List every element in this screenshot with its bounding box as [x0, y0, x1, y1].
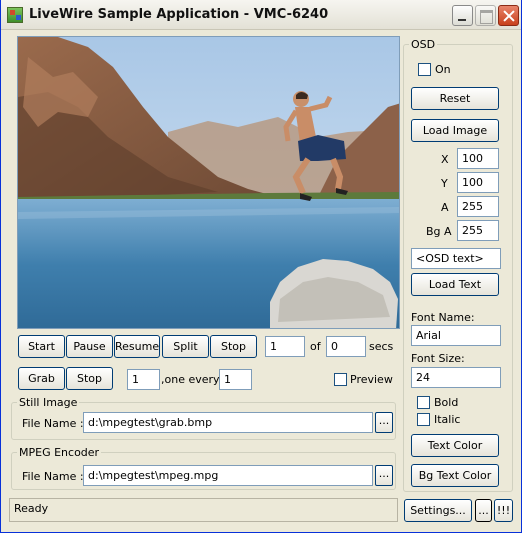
- total-secs-field[interactable]: 0: [326, 336, 366, 357]
- bg-text-color-button[interactable]: Bg Text Color: [411, 464, 499, 487]
- mpeg-file-field[interactable]: d:\mpegtest\mpeg.mpg: [83, 465, 373, 486]
- mpeg-encoder-group-title: MPEG Encoder: [17, 446, 102, 459]
- osd-on-checkbox[interactable]: [418, 63, 431, 76]
- mpeg-file-label: File Name :: [22, 470, 84, 483]
- resume-button[interactable]: Resume: [114, 335, 160, 358]
- more-button[interactable]: ...: [475, 499, 492, 522]
- preview-checkbox[interactable]: [334, 373, 347, 386]
- font-size-label: Font Size:: [411, 352, 465, 365]
- osd-bga-label: Bg A: [426, 225, 452, 238]
- one-every-label: ,one every: [161, 373, 220, 386]
- video-frame-image: [18, 37, 399, 328]
- grab-button[interactable]: Grab: [18, 367, 65, 390]
- still-image-group-title: Still Image: [17, 396, 80, 409]
- osd-y-field[interactable]: 100: [457, 172, 499, 193]
- osd-a-label: A: [441, 201, 449, 214]
- status-text: Ready: [14, 502, 49, 515]
- bold-label: Bold: [434, 396, 459, 409]
- osd-x-label: X: [441, 153, 449, 166]
- split-button[interactable]: Split: [162, 335, 209, 358]
- osd-bga-field[interactable]: 255: [457, 220, 499, 241]
- close-button[interactable]: [498, 5, 519, 26]
- grab-every-field[interactable]: 1: [219, 369, 252, 390]
- osd-text-field[interactable]: <OSD text>: [411, 248, 501, 269]
- status-bar: Ready: [9, 498, 398, 522]
- grab-count-field[interactable]: 1: [127, 369, 160, 390]
- load-text-button[interactable]: Load Text: [411, 273, 499, 296]
- still-image-file-label: File Name :: [22, 417, 84, 430]
- osd-y-label: Y: [441, 177, 448, 190]
- stop-grab-button[interactable]: Stop: [66, 367, 113, 390]
- bold-checkbox[interactable]: [417, 396, 430, 409]
- preview-label: Preview: [350, 373, 393, 386]
- video-preview: [17, 36, 400, 329]
- secs-label: secs: [369, 340, 394, 353]
- osd-group-title: OSD: [409, 38, 438, 51]
- font-name-field[interactable]: Arial: [411, 325, 501, 346]
- text-color-button[interactable]: Text Color: [411, 434, 499, 457]
- stop-playback-button[interactable]: Stop: [210, 335, 257, 358]
- settings-button[interactable]: Settings...: [404, 499, 472, 522]
- start-button[interactable]: Start: [18, 335, 65, 358]
- maximize-button[interactable]: [475, 5, 496, 26]
- font-name-label: Font Name:: [411, 311, 475, 324]
- bang-button[interactable]: !!!: [494, 499, 513, 522]
- still-image-browse-button[interactable]: ...: [375, 412, 393, 433]
- title-bar[interactable]: LiveWire Sample Application - VMC-6240: [1, 0, 521, 30]
- osd-a-field[interactable]: 255: [457, 196, 499, 217]
- italic-label: Italic: [434, 413, 461, 426]
- font-size-field[interactable]: 24: [411, 367, 501, 388]
- of-label: of: [310, 340, 321, 353]
- osd-on-label: On: [435, 63, 451, 76]
- app-icon: [7, 7, 23, 23]
- app-window: LiveWire Sample Application - VMC-6240 S…: [0, 0, 522, 533]
- mpeg-browse-button[interactable]: ...: [375, 465, 393, 486]
- minimize-button[interactable]: [452, 5, 473, 26]
- window-title: LiveWire Sample Application - VMC-6240: [29, 7, 329, 22]
- osd-x-field[interactable]: 100: [457, 148, 499, 169]
- still-image-file-field[interactable]: d:\mpegtest\grab.bmp: [83, 412, 373, 433]
- split-count-field[interactable]: 1: [265, 336, 305, 357]
- pause-button[interactable]: Pause: [66, 335, 113, 358]
- reset-button[interactable]: Reset: [411, 87, 499, 110]
- load-image-button[interactable]: Load Image: [411, 119, 499, 142]
- italic-checkbox[interactable]: [417, 413, 430, 426]
